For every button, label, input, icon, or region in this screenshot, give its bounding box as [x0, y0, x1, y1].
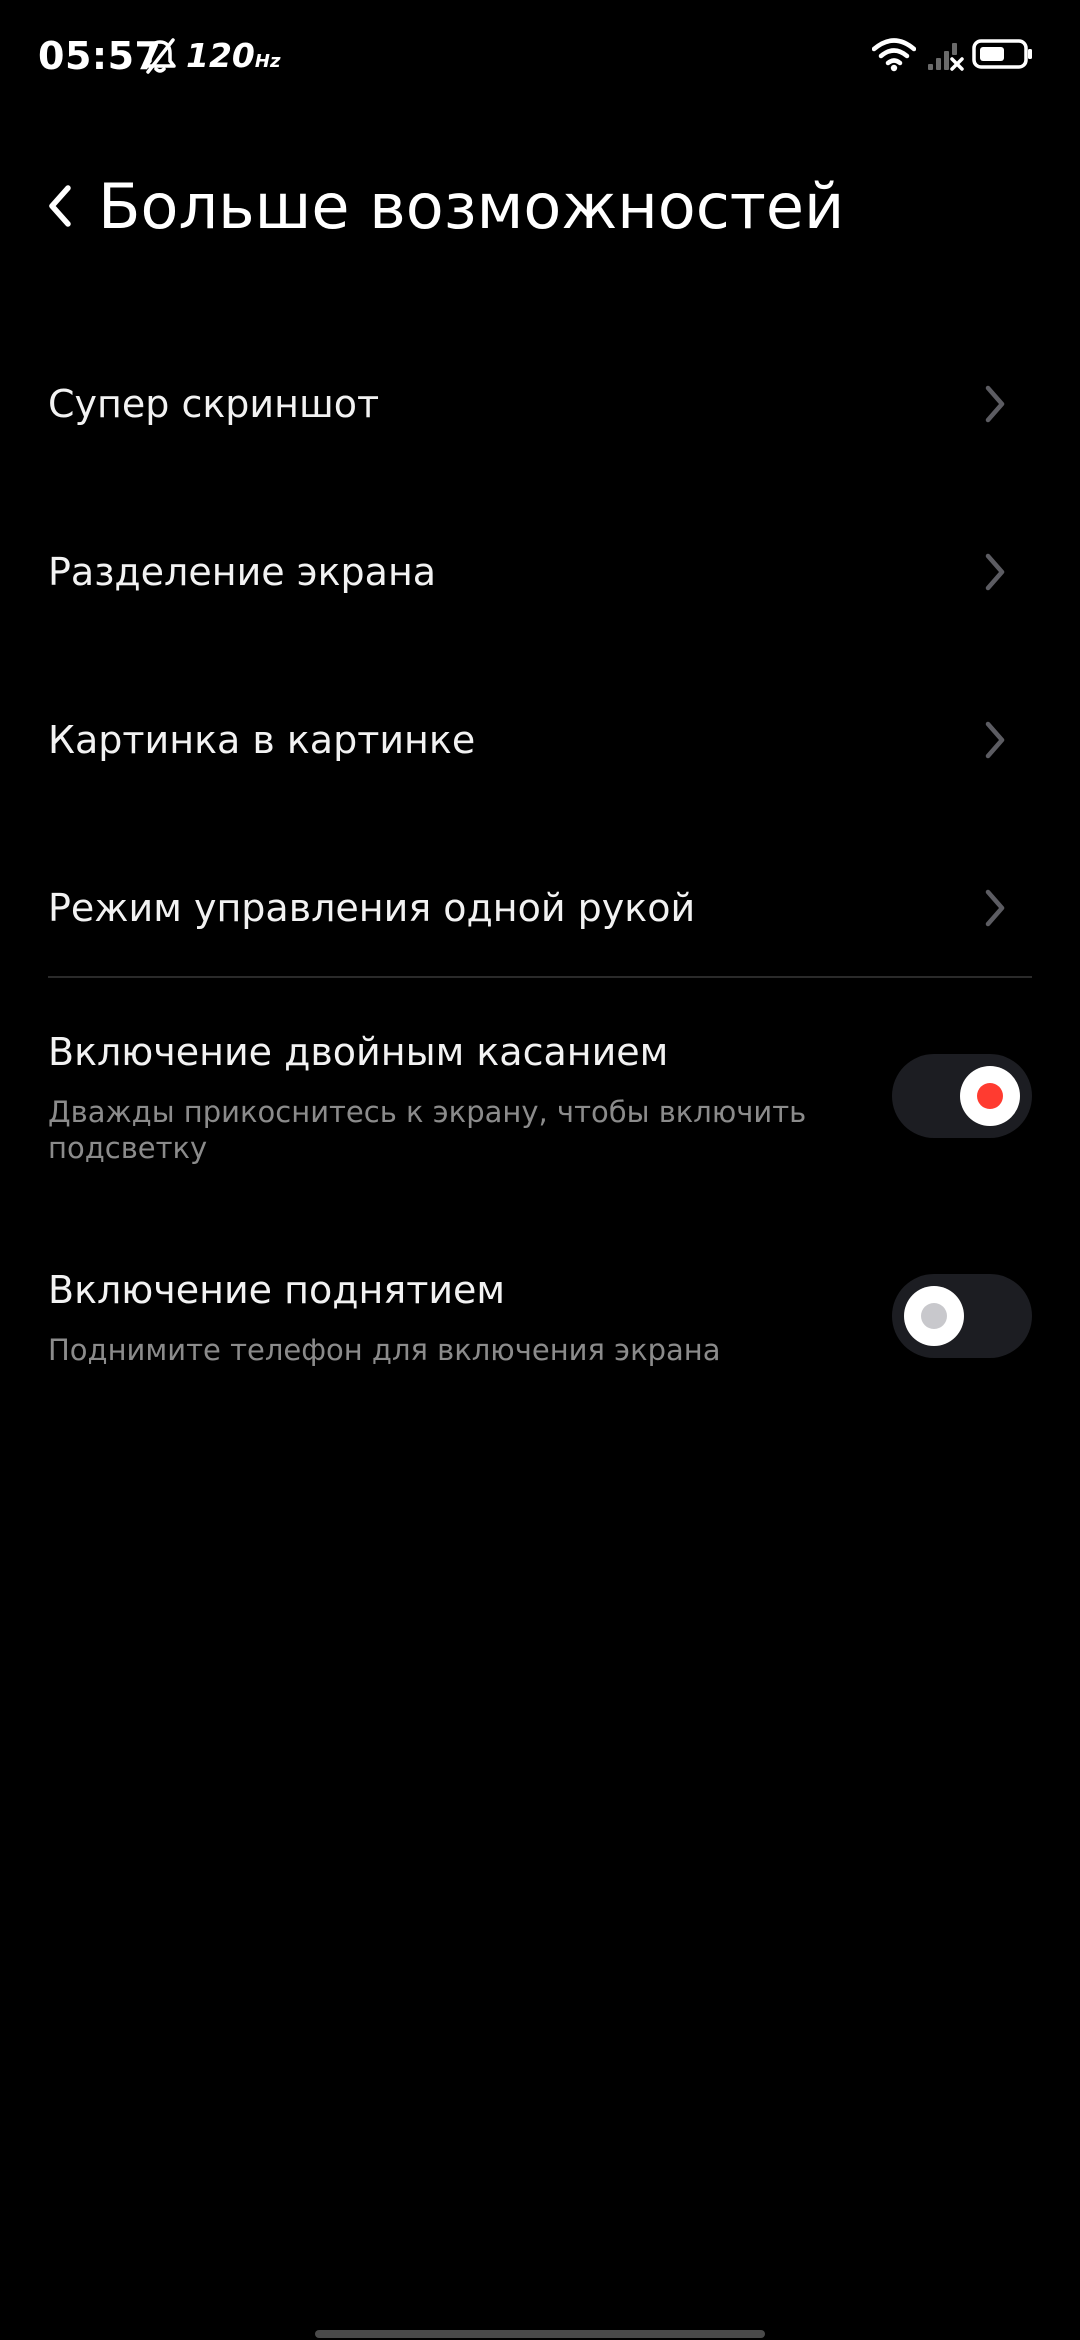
chevron-right-icon: [982, 886, 1008, 930]
nav-item-label: Картинка в картинке: [48, 718, 476, 762]
chevron-right-icon: [982, 550, 1008, 594]
switch-knob: [904, 1286, 964, 1346]
chevron-right-icon: [982, 718, 1008, 762]
header: Больше возможностей: [0, 150, 1080, 260]
page-title: Больше возможностей: [98, 170, 845, 243]
home-indicator[interactable]: [315, 2330, 765, 2338]
double-tap-wake-switch[interactable]: [892, 1054, 1032, 1138]
section-divider: [48, 976, 1032, 978]
status-bar: 05:57 120Hz: [0, 0, 1080, 110]
toggle-row-double-tap-wake: Включение двойным касанием Дважды прикос…: [0, 1030, 1080, 1170]
refresh-rate-indicator: 120Hz: [186, 36, 280, 75]
switch-knob: [960, 1066, 1020, 1126]
switch-on-indicator: [977, 1083, 1003, 1109]
toggle-description: Дважды прикоснитесь к экрану, чтобы вклю…: [48, 1095, 807, 1165]
nav-item-label: Супер скриншот: [48, 382, 380, 426]
toggle-title: Включение поднятием: [48, 1268, 506, 1312]
settings-nav-list: Супер скриншот Разделение экрана Картинк…: [0, 320, 1080, 992]
nav-item-one-hand-mode[interactable]: Режим управления одной рукой: [0, 824, 1080, 992]
bell-muted-icon: [140, 36, 180, 76]
nav-item-label: Режим управления одной рукой: [48, 886, 696, 930]
switch-off-indicator: [921, 1303, 947, 1329]
refresh-rate-value: 120: [186, 36, 255, 75]
nav-item-split-screen[interactable]: Разделение экрана: [0, 488, 1080, 656]
chevron-right-icon: [982, 382, 1008, 426]
nav-item-label: Разделение экрана: [48, 550, 437, 594]
toggle-row-raise-to-wake: Включение поднятием Поднимите телефон дл…: [0, 1268, 1080, 1378]
nav-item-picture-in-picture[interactable]: Картинка в картинке: [0, 656, 1080, 824]
signal-off-icon: [926, 38, 966, 72]
chevron-left-icon: [40, 185, 86, 240]
back-button[interactable]: [40, 176, 86, 236]
toggle-description: Поднимите телефон для включения экрана: [48, 1333, 721, 1367]
refresh-rate-unit: Hz: [254, 51, 281, 72]
nav-item-super-screenshot[interactable]: Супер скриншот: [0, 320, 1080, 488]
toggle-title: Включение двойным касанием: [48, 1030, 669, 1074]
wifi-icon: [871, 38, 917, 72]
raise-to-wake-switch[interactable]: [892, 1274, 1032, 1358]
battery-icon: [972, 38, 1034, 70]
